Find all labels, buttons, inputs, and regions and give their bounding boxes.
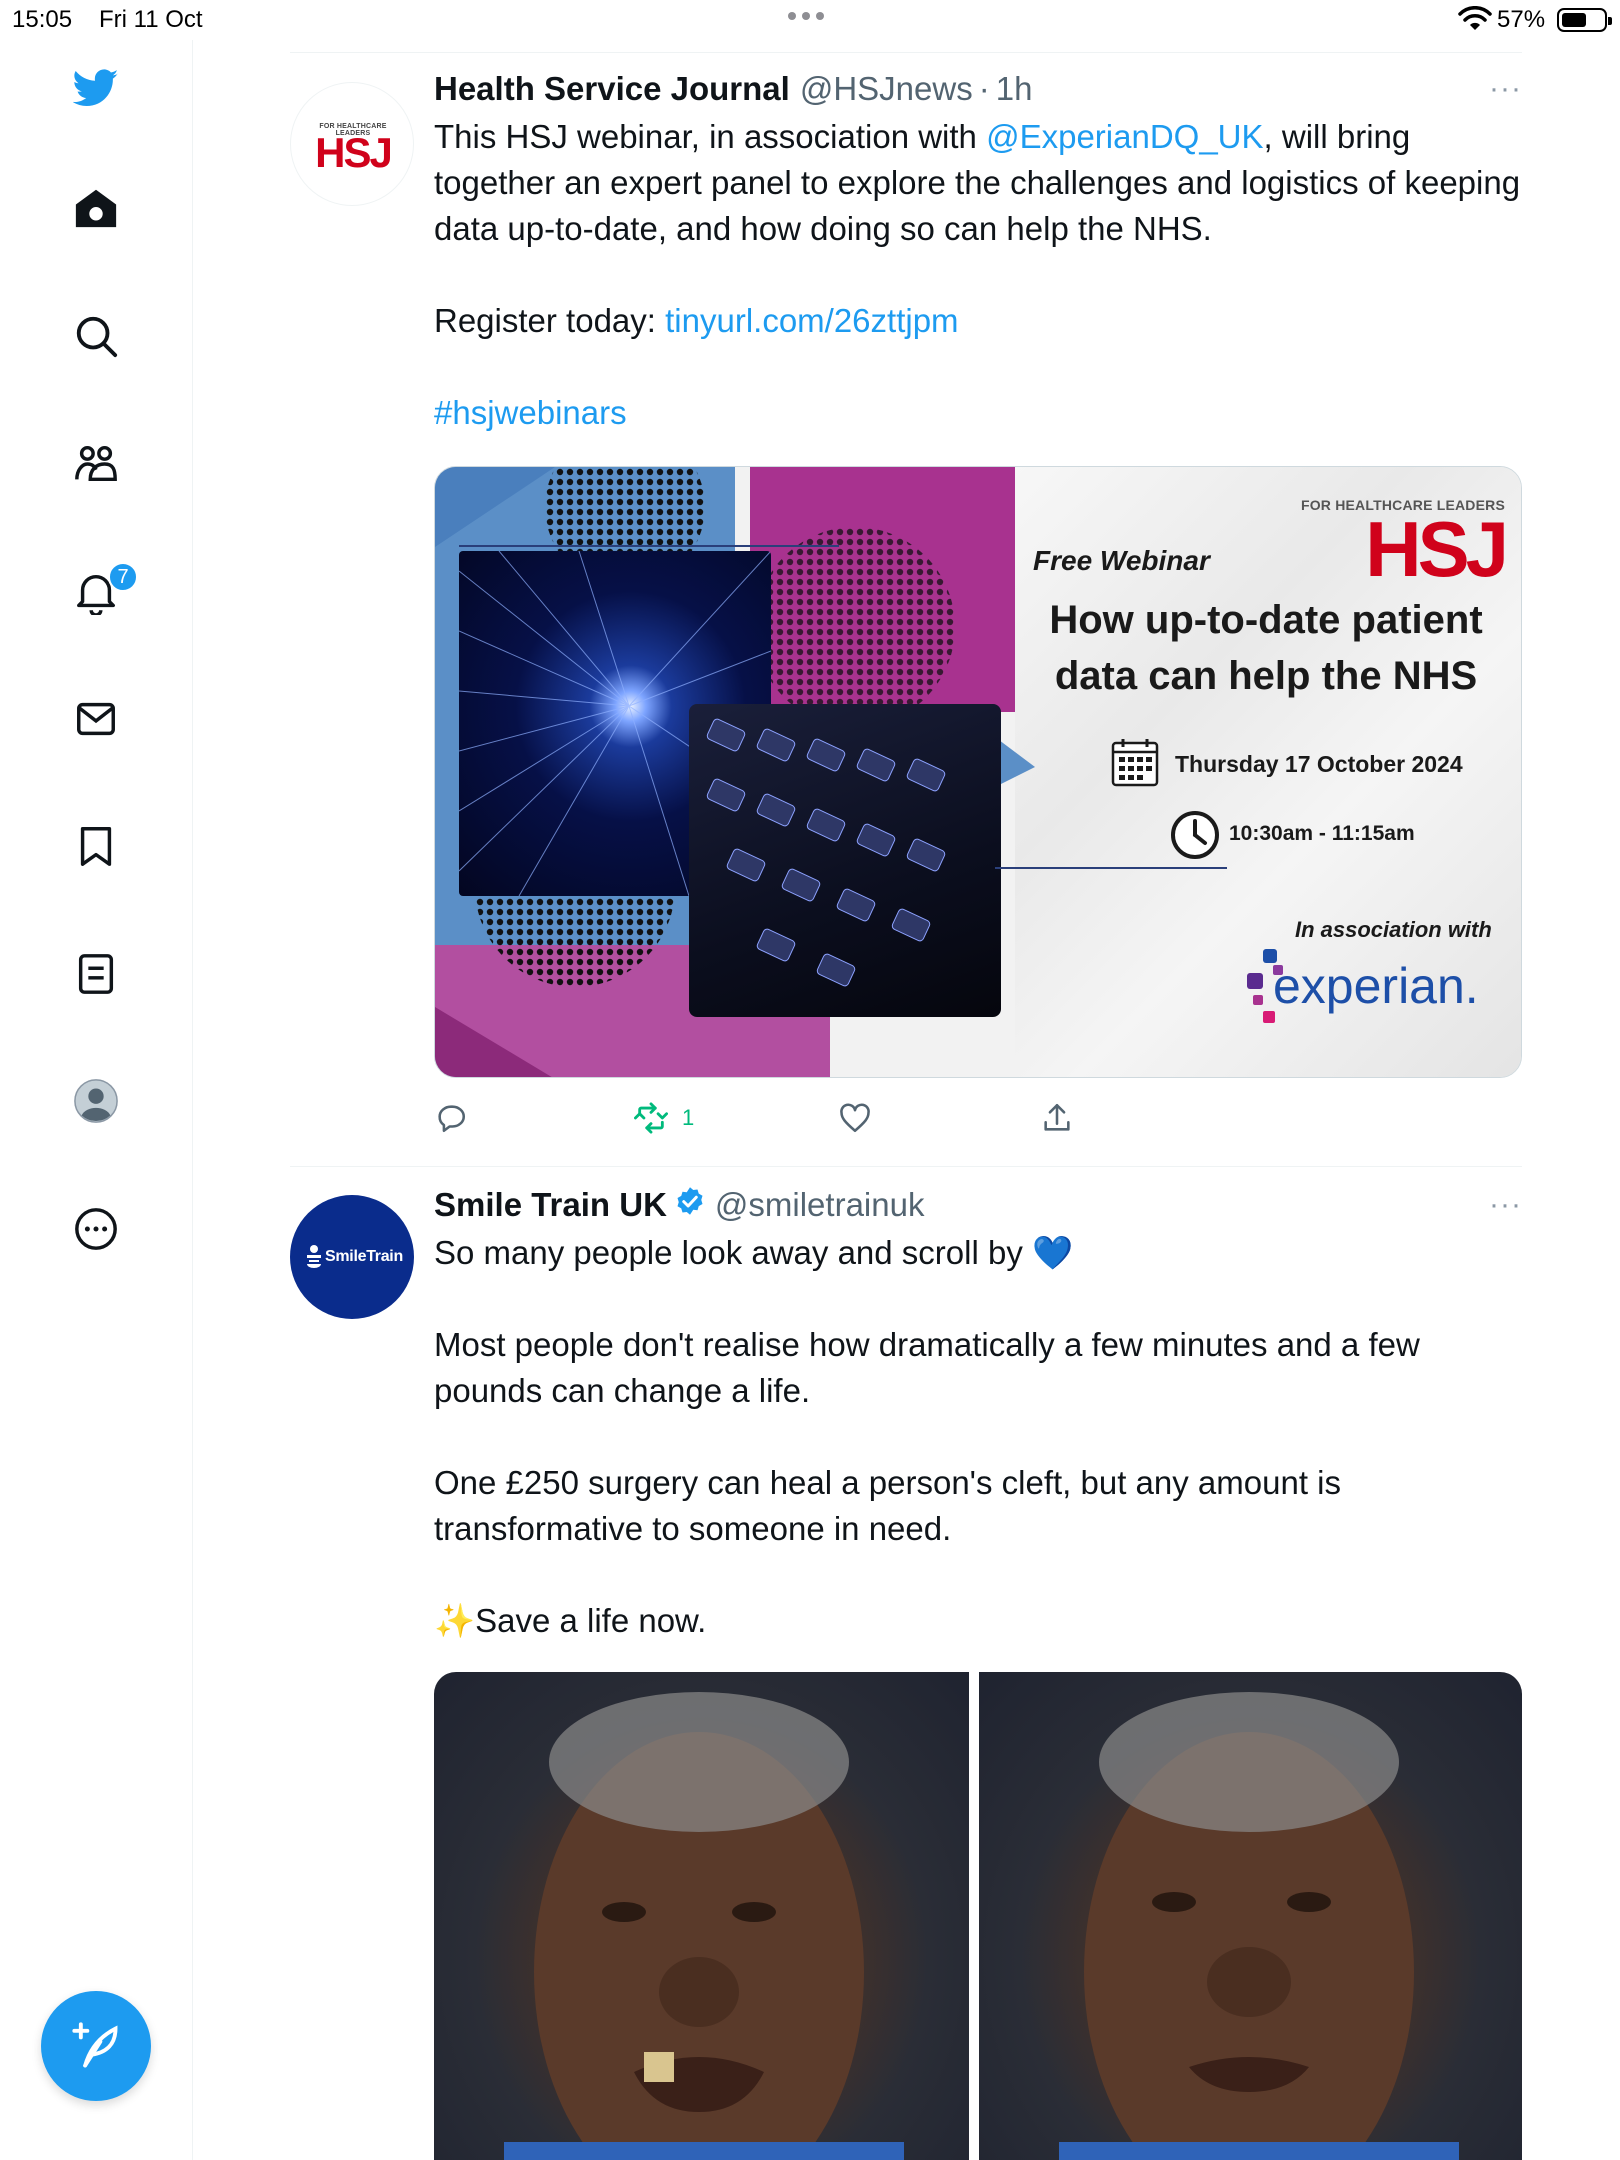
status-bar: 15:05 Fri 11 Oct 57% — [0, 0, 1620, 40]
share-icon — [1044, 1103, 1070, 1131]
search-icon[interactable] — [60, 300, 132, 372]
card-date: Thursday 17 October 2024 — [1175, 751, 1463, 777]
card-headline: How up-to-date patient data can help the… — [1021, 592, 1511, 704]
compose-tweet-button[interactable] — [41, 1991, 151, 2101]
avatar-smiletrain[interactable]: SmileTrain — [290, 1195, 414, 1319]
portrait-after — [1059, 1692, 1459, 2160]
card-association: In association with — [1295, 917, 1492, 942]
tweet-text: So many people look away and scroll by 💙… — [434, 1230, 1522, 1644]
tweet-time[interactable]: 1h — [996, 70, 1033, 108]
bookmarks-icon[interactable] — [60, 810, 132, 882]
keyboard-keys — [706, 718, 946, 987]
like-button[interactable] — [838, 1101, 872, 1135]
after-photo[interactable] — [979, 1672, 1522, 2160]
profile-icon[interactable] — [60, 1065, 132, 1137]
communities-icon[interactable] — [60, 428, 132, 500]
separator-dot: · — [978, 70, 990, 107]
decor-line — [995, 867, 1227, 869]
retweet-count: 1 — [682, 1105, 695, 1130]
wifi-icon — [1458, 6, 1492, 30]
tweet-paragraph: ✨Save a life now. — [434, 1602, 707, 1639]
sidebar: 7 — [0, 40, 193, 2160]
tweet-header: Smile Train UK @smiletrainuk — [434, 1186, 1522, 1226]
author-handle[interactable]: @HSJnews — [800, 70, 973, 108]
avatar-hsj-logo: HSJ — [315, 129, 393, 176]
mention-link[interactable]: @ExperianDQ_UK — [986, 118, 1263, 155]
multitasking-dots-icon[interactable] — [788, 12, 824, 20]
card-headline-line: How up-to-date patient — [1049, 598, 1483, 642]
more-options-icon[interactable]: ··· — [1489, 1188, 1522, 1222]
before-photo[interactable] — [434, 1672, 969, 2160]
tweet-paragraph: Most people don't realise how dramatical… — [434, 1326, 1420, 1409]
lists-icon[interactable] — [60, 938, 132, 1010]
status-date: Fri 11 Oct — [99, 6, 203, 33]
calendar-icon — [1111, 739, 1159, 787]
register-link[interactable]: tinyurl.com/26zttjpm — [665, 302, 958, 339]
tweet-paragraph: One £250 surgery can heal a person's cle… — [434, 1464, 1342, 1547]
tweet-text: This HSJ webinar, in association with @E… — [434, 114, 1522, 436]
card-brand-logo: HSJ — [1365, 505, 1509, 593]
verified-badge-icon[interactable] — [675, 1186, 705, 1216]
card-partner-logo: experian. — [1273, 958, 1479, 1014]
author-handle[interactable]: @smiletrainuk — [715, 1186, 925, 1224]
notifications-badge: 7 — [108, 562, 138, 592]
keyboard-image — [689, 704, 1001, 1017]
author-name[interactable]: Health Service Journal — [434, 70, 790, 108]
battery-percent: 57% — [1497, 6, 1546, 33]
card-hsj-brand: FOR HEALTHCARE LEADERS HSJ — [1301, 497, 1509, 593]
battery-icon — [1557, 8, 1612, 32]
author-name[interactable]: Smile Train UK — [434, 1186, 667, 1224]
decor-line — [459, 545, 839, 547]
smiletrain-logo-icon — [307, 1245, 321, 1268]
card-time: 10:30am - 11:15am — [1229, 822, 1415, 845]
twitter-logo-icon[interactable] — [60, 52, 132, 124]
card-free-webinar: Free Webinar — [1033, 545, 1210, 576]
retweet-icon — [634, 1102, 668, 1134]
tweet-body: Smile Train UK @smiletrainuk ··· So many… — [434, 1186, 1522, 1644]
timeline-divider — [290, 1166, 1522, 1167]
share-button[interactable] — [1040, 1101, 1074, 1135]
card-headline-line: data can help the NHS — [1054, 654, 1478, 698]
tweet-actions: 1 — [434, 1098, 1522, 1138]
more-options-icon[interactable]: ··· — [1489, 72, 1522, 106]
reply-icon — [438, 1105, 465, 1133]
compose-feather-icon — [72, 2022, 118, 2068]
portrait-before — [504, 1692, 904, 2160]
status-time: 15:05 — [12, 6, 73, 33]
photo-grid — [434, 1672, 1522, 2160]
reply-button[interactable] — [434, 1101, 468, 1135]
avatar-hsj[interactable]: FOR HEALTHCARE LEADERS HSJ — [290, 82, 414, 206]
more-icon[interactable] — [60, 1193, 132, 1265]
retweet-button[interactable]: 1 — [634, 1101, 694, 1135]
timeline-divider — [290, 52, 1522, 53]
notifications-icon[interactable]: 7 — [60, 556, 138, 628]
register-label: Register today: — [434, 302, 666, 339]
tweet-paragraph: So many people look away and scroll by 💙 — [434, 1234, 1074, 1271]
avatar-smiletrain-text: SmileTrain — [325, 1248, 403, 1265]
tweet-hsj[interactable]: FOR HEALTHCARE LEADERS HSJ Health Servic… — [290, 70, 1522, 1162]
tweet-header: Health Service Journal @HSJnews · 1h — [434, 70, 1522, 110]
like-icon — [840, 1103, 870, 1133]
tweet-body: Health Service Journal @HSJnews · 1h ···… — [434, 70, 1522, 436]
webinar-image-card[interactable]: FOR HEALTHCARE LEADERS HSJ Free Webinar … — [434, 466, 1522, 1078]
home-icon[interactable] — [60, 172, 132, 244]
hashtag-link[interactable]: #hsjwebinars — [434, 394, 627, 431]
messages-icon[interactable] — [60, 683, 132, 755]
clock-icon — [1171, 811, 1219, 859]
tweet-smiletrain[interactable]: SmileTrain Smile Train UK @smiletrainuk … — [290, 1186, 1522, 2160]
tweet-text-part: This HSJ webinar, in association with — [434, 118, 987, 155]
